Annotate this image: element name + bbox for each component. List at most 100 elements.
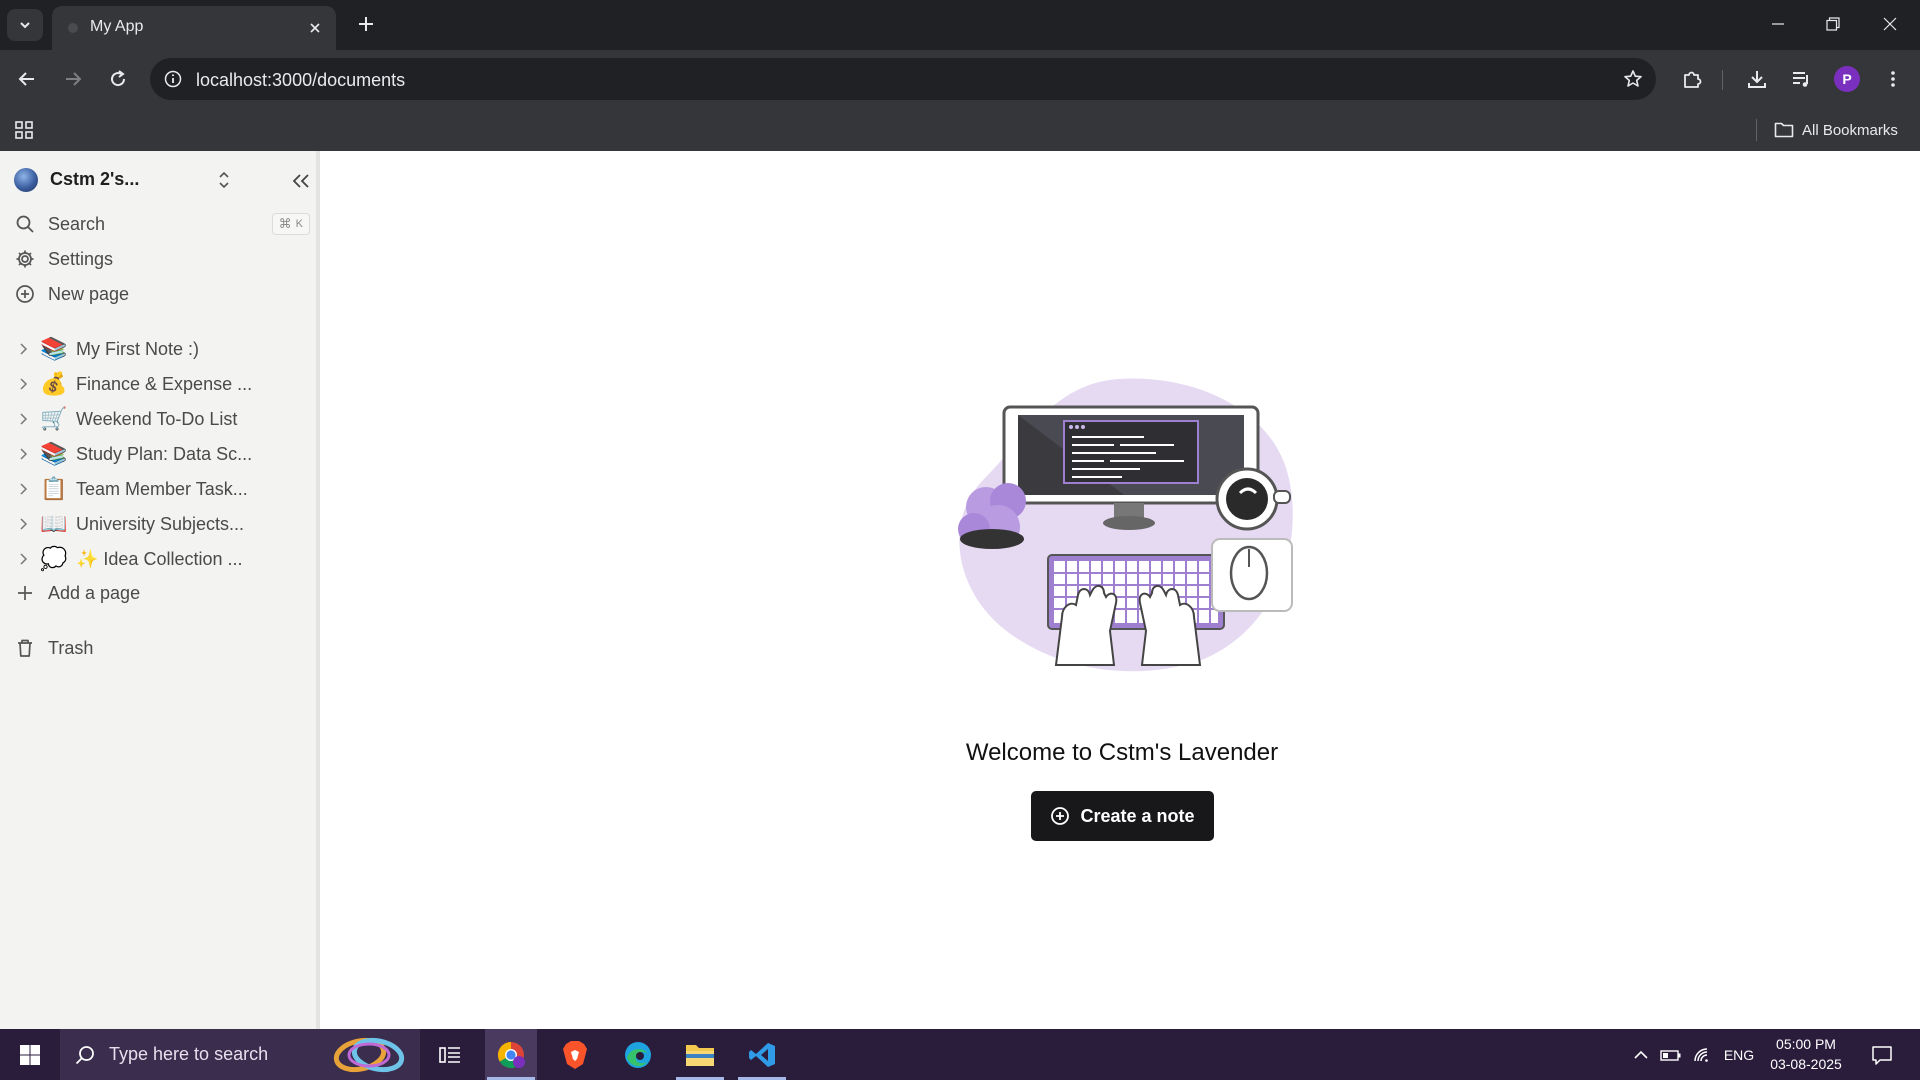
forward-button[interactable] <box>55 61 91 97</box>
start-button[interactable] <box>0 1029 60 1080</box>
chevron-right-icon[interactable] <box>14 479 34 499</box>
taskbar-edge[interactable] <box>612 1029 664 1080</box>
apps-button[interactable] <box>10 116 38 144</box>
chevron-up-icon <box>1634 1050 1648 1059</box>
chevron-right-icon[interactable] <box>14 549 34 569</box>
wifi-icon <box>1694 1047 1708 1062</box>
new-tab-button[interactable] <box>352 10 380 38</box>
task-view-icon <box>439 1046 460 1063</box>
settings-item[interactable]: Settings <box>14 244 310 274</box>
chevron-right-icon[interactable] <box>14 374 34 394</box>
taskbar-file-explorer[interactable] <box>674 1029 726 1080</box>
page-title: Weekend To-Do List <box>76 408 238 429</box>
puzzle-icon <box>1684 71 1702 88</box>
new-page-item[interactable]: New page <box>14 279 310 309</box>
page-item[interactable]: 🛒 Weekend To-Do List <box>14 403 310 435</box>
restore-button[interactable] <box>1813 8 1853 40</box>
taskbar-vscode[interactable] <box>736 1029 788 1080</box>
bookmarks-divider <box>1756 119 1757 141</box>
all-bookmarks-button[interactable]: All Bookmarks <box>1774 116 1898 144</box>
chevrons-up-down-icon[interactable] <box>214 169 234 191</box>
chevron-right-icon[interactable] <box>14 444 34 464</box>
reload-button[interactable] <box>100 61 136 97</box>
chrome-icon <box>497 1041 525 1068</box>
grid-icon <box>15 121 33 139</box>
page-item[interactable]: 📚 My First Note :) <box>14 333 310 365</box>
profile-avatar[interactable]: P <box>1834 66 1860 92</box>
back-button[interactable] <box>9 61 45 97</box>
taskbar-search[interactable]: Type here to search <box>60 1029 420 1080</box>
network-button[interactable] <box>1690 1029 1716 1080</box>
task-view-button[interactable] <box>424 1029 476 1080</box>
page-item[interactable]: 💭 ✨ Idea Collection ... <box>14 543 310 575</box>
toolbar-divider <box>1722 70 1723 90</box>
browser-menu-button[interactable] <box>1875 61 1911 97</box>
taskbar-brave[interactable] <box>549 1029 601 1080</box>
arrow-right-icon <box>66 72 82 86</box>
create-note-button[interactable]: Create a note <box>1031 791 1214 841</box>
page-emoji-icon: 📖 <box>40 511 68 536</box>
windows-taskbar: Type here to search ENG 05:00 PM 03-08-2… <box>0 1029 1920 1080</box>
chevron-right-icon[interactable] <box>14 514 34 534</box>
tab-favicon-icon <box>68 23 78 33</box>
vscode-icon <box>749 1042 775 1067</box>
extensions-button[interactable] <box>1674 61 1710 97</box>
command-key: ⌘ <box>278 216 292 231</box>
info-icon <box>164 70 182 88</box>
page-item[interactable]: 💰 Finance & Expense ... <box>14 368 310 400</box>
create-note-label: Create a note <box>1080 805 1195 826</box>
shortcut-key: K <box>295 218 303 230</box>
bookmark-star-button[interactable] <box>1618 64 1648 94</box>
show-hidden-icons-button[interactable] <box>1628 1029 1654 1080</box>
taskbar-clock[interactable]: 05:00 PM 03-08-2025 <box>1756 1034 1856 1074</box>
workspace-switcher[interactable]: Cstm 2's... <box>14 165 310 195</box>
page-item[interactable]: 📚 Study Plan: Data Sc... <box>14 438 310 470</box>
more-vertical-icon <box>1891 71 1895 87</box>
all-bookmarks-label: All Bookmarks <box>1802 121 1898 139</box>
page-title: Finance & Expense ... <box>76 373 253 394</box>
taskbar-chrome[interactable] <box>485 1029 537 1080</box>
search-label: Search <box>48 213 106 234</box>
page-title: My First Note :) <box>76 338 200 359</box>
chevrons-left-icon <box>292 174 309 188</box>
folder-icon <box>1774 122 1794 138</box>
add-page-item[interactable]: Add a page <box>14 578 310 608</box>
downloads-button[interactable] <box>1739 61 1775 97</box>
media-controls-button[interactable] <box>1783 61 1819 97</box>
collapse-sidebar-button[interactable] <box>288 170 314 192</box>
address-bar[interactable]: localhost:3000/documents <box>150 58 1656 100</box>
taskbar-search-placeholder: Type here to search <box>109 1044 269 1064</box>
gear-icon <box>14 248 36 270</box>
bookmarks-bar: All Bookmarks <box>0 108 1920 151</box>
add-page-label: Add a page <box>48 582 141 603</box>
close-icon <box>310 23 320 33</box>
notifications-button[interactable] <box>1862 1029 1902 1080</box>
page-title: Team Member Task... <box>76 478 248 499</box>
url-text[interactable]: localhost:3000/documents <box>196 70 405 91</box>
page-item[interactable]: 📖 University Subjects... <box>14 508 310 540</box>
browser-tab[interactable]: My App <box>52 6 336 50</box>
sidebar: Cstm 2's... Search ⌘ K Settings New page… <box>0 151 320 1029</box>
chevron-right-icon[interactable] <box>14 339 34 359</box>
brave-icon <box>563 1040 587 1069</box>
battery-button[interactable] <box>1658 1029 1684 1080</box>
search-item[interactable]: Search ⌘ K <box>14 209 310 239</box>
close-window-button[interactable] <box>1870 8 1910 40</box>
windows-logo-icon <box>20 1044 40 1065</box>
download-icon <box>1748 71 1766 88</box>
tab-close-button[interactable] <box>304 17 326 39</box>
site-info-button[interactable] <box>158 64 188 94</box>
minimize-button[interactable] <box>1758 8 1798 40</box>
search-icon <box>14 213 36 235</box>
chevron-right-icon[interactable] <box>14 409 34 429</box>
page-emoji-icon: 📚 <box>40 336 68 361</box>
page-emoji-icon: 📚 <box>40 441 68 466</box>
page-emoji-icon: 📋 <box>40 476 68 501</box>
language-indicator[interactable]: ENG <box>1722 1029 1756 1080</box>
page-item[interactable]: 📋 Team Member Task... <box>14 473 310 505</box>
reload-icon <box>111 70 126 87</box>
tab-search-button[interactable] <box>7 9 43 41</box>
page-emoji-icon: 🛒 <box>40 406 68 431</box>
search-icon <box>75 1046 94 1065</box>
trash-item[interactable]: Trash <box>14 633 310 663</box>
